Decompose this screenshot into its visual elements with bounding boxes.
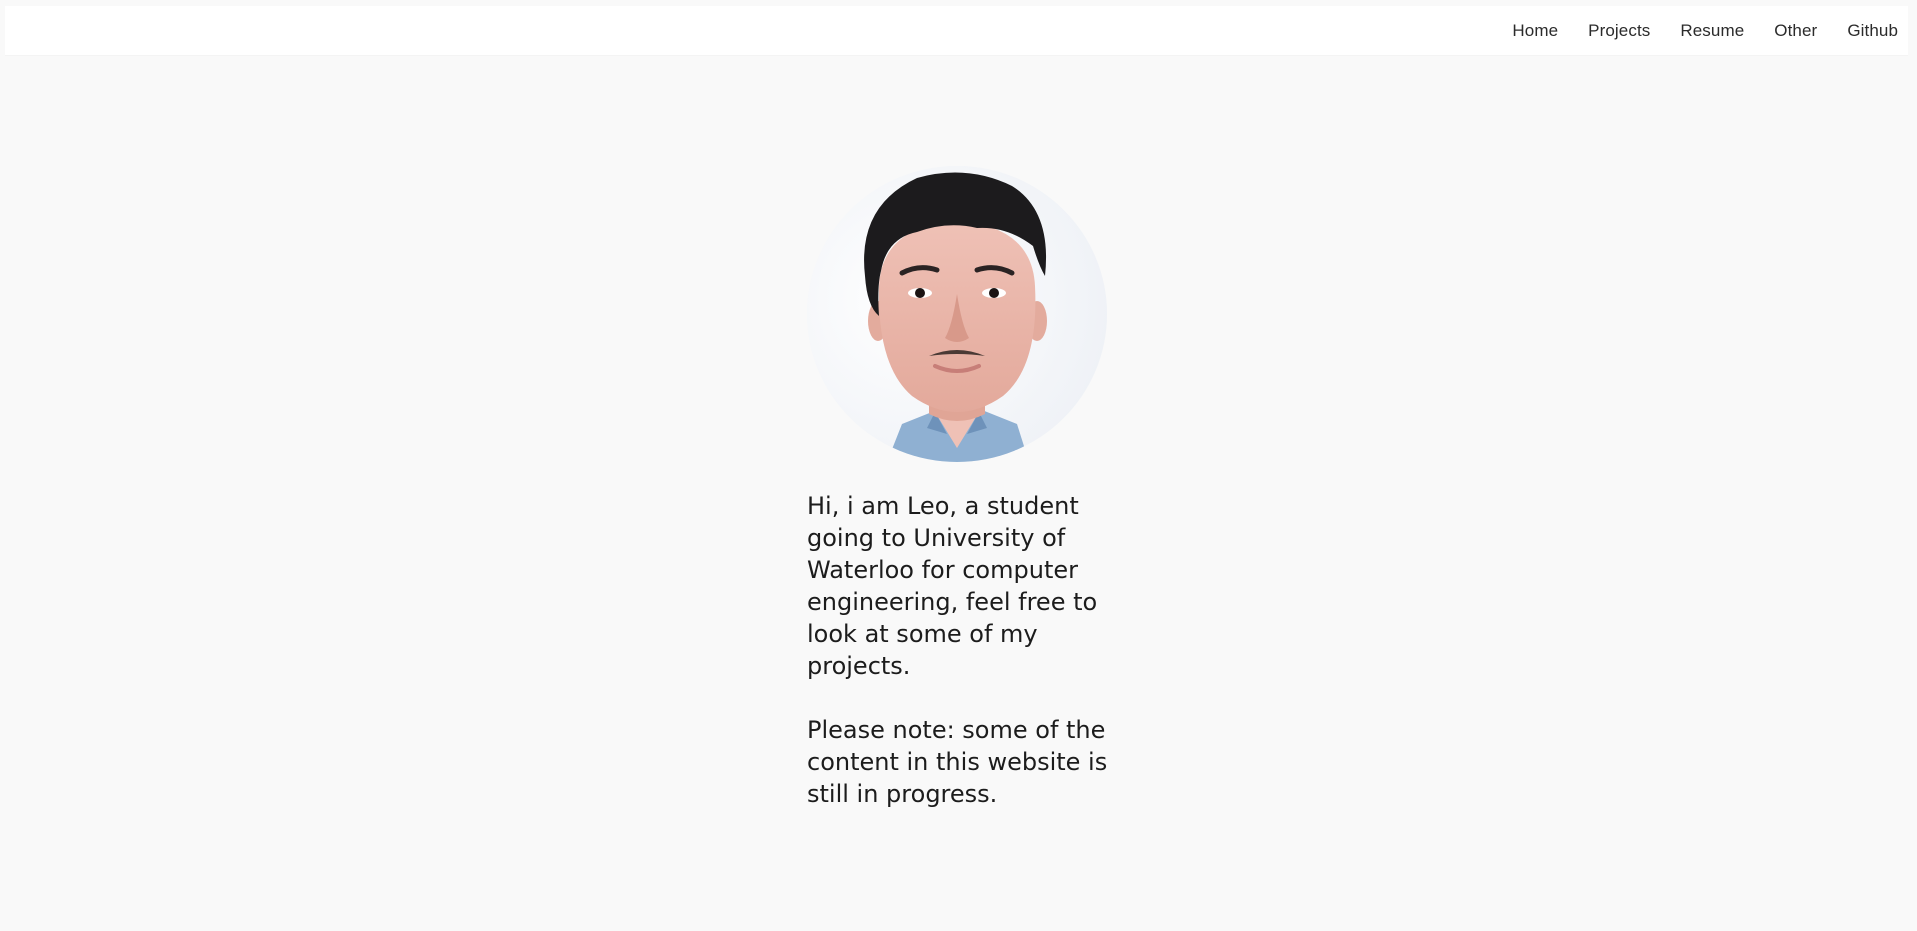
note-paragraph: Please note: some of the content in this… — [807, 716, 1108, 808]
nav-link-resume[interactable]: Resume — [1680, 21, 1744, 41]
nav-links: Home Projects Resume Other Github — [1512, 6, 1898, 55]
profile-section: Hi, i am Leo, a student going to Univers… — [807, 166, 1112, 810]
nav-link-other[interactable]: Other — [1774, 21, 1817, 41]
top-navbar: Home Projects Resume Other Github — [5, 6, 1908, 55]
intro-paragraph: Hi, i am Leo, a student going to Univers… — [807, 492, 1098, 680]
nav-link-projects[interactable]: Projects — [1588, 21, 1650, 41]
nav-link-github[interactable]: Github — [1847, 21, 1898, 41]
bio-text: Hi, i am Leo, a student going to Univers… — [807, 490, 1112, 810]
profile-photo-icon — [807, 166, 1107, 462]
nav-link-home[interactable]: Home — [1512, 21, 1558, 41]
